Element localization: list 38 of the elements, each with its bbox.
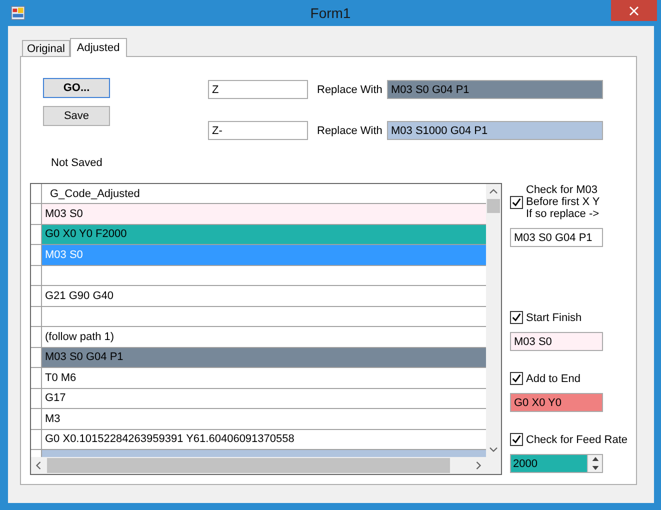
horizontal-scrollbar[interactable] (31, 457, 486, 474)
table-cell[interactable]: M03 S0 (42, 204, 486, 224)
find-field[interactable]: Z- (208, 121, 308, 140)
checkbox[interactable] (510, 196, 523, 208)
app-icon (11, 6, 25, 20)
up-arrow-icon[interactable] (592, 457, 598, 462)
tab[interactable]: Original (22, 40, 70, 56)
close-button[interactable] (611, 0, 657, 21)
checkbox-label: Start Finish (526, 312, 582, 324)
vertical-scrollbar[interactable] (486, 184, 501, 457)
scrollbar-thumb[interactable] (487, 199, 500, 213)
close-icon (629, 6, 639, 16)
window-title: Form1 (310, 5, 351, 21)
tab[interactable]: Adjusted (70, 38, 127, 57)
text-field[interactable]: M03 S0 (510, 332, 603, 351)
checkbox-label: Add to End (526, 372, 580, 384)
down-arrow-icon[interactable] (592, 466, 598, 470)
replace-label: Replace With (317, 124, 384, 136)
checkbox-label: Before first X Y (526, 196, 600, 208)
number-spinner[interactable]: 2000 (510, 454, 603, 473)
checkbox[interactable] (510, 311, 523, 324)
replace-label: Replace With (317, 84, 384, 96)
replace-field[interactable]: M03 S1000 G04 P1 (387, 121, 603, 140)
replace-field[interactable]: M03 S0 G04 P1 (387, 80, 603, 99)
checkbox-label: Check for M03 (526, 184, 599, 196)
table-cell[interactable]: M03 S0 G04 P1 (42, 348, 486, 367)
checkbox-label: Check for Feed Rate (526, 434, 628, 446)
column-header[interactable]: G_Code_Adjusted (42, 184, 486, 203)
checkbox[interactable] (510, 372, 523, 385)
table-cell[interactable]: G0 X0 Y0 F2000 (42, 224, 486, 244)
push-button[interactable]: Save (43, 106, 110, 126)
find-field[interactable]: Z (208, 80, 308, 99)
text-field[interactable]: M03 S0 G04 P1 (510, 228, 603, 247)
checkbox-label: If so replace -> (526, 208, 600, 220)
text-field[interactable]: G0 X0 Y0 (510, 393, 603, 412)
checkbox[interactable] (510, 433, 523, 446)
push-button[interactable]: GO... (43, 78, 110, 98)
status-text: Not Saved (51, 157, 102, 169)
